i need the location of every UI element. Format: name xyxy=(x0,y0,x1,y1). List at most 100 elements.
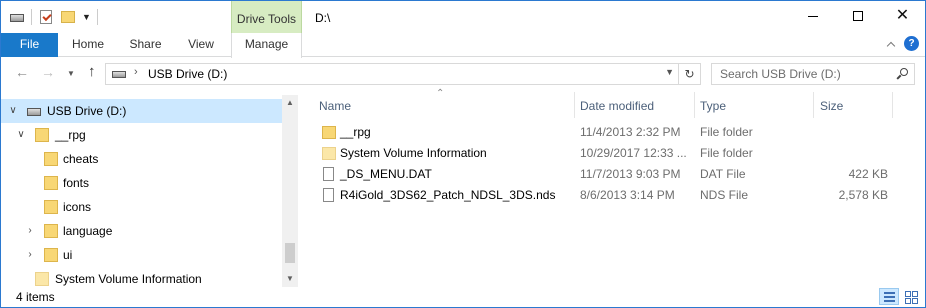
scrollbar-thumb[interactable] xyxy=(285,243,295,263)
file-date: 8/6/2013 3:14 PM xyxy=(580,188,675,202)
tree-item-label: __rpg xyxy=(55,128,86,142)
file-row[interactable]: System Volume Information 10/29/2017 12:… xyxy=(318,143,908,164)
column-header-size[interactable]: Size xyxy=(820,97,843,115)
window-title: D:\ xyxy=(315,11,331,25)
folder-icon xyxy=(35,272,49,286)
view-switcher xyxy=(879,288,921,305)
expand-chevron-icon[interactable]: › xyxy=(23,243,37,267)
maximize-button[interactable] xyxy=(835,1,880,31)
file-name: R4iGold_3DS62_Patch_NDSL_3DS.nds xyxy=(340,188,556,202)
folder-icon xyxy=(44,176,58,190)
tab-view[interactable]: View xyxy=(173,33,229,57)
back-arrow-icon[interactable]: ← xyxy=(15,64,29,80)
customize-toolbar-dropdown-icon[interactable]: ▼ xyxy=(82,12,91,22)
quick-access-toolbar: ▼ xyxy=(9,7,98,27)
folder-icon xyxy=(44,248,58,262)
help-icon[interactable]: ? xyxy=(904,36,919,51)
tree-item-cheats[interactable]: cheats xyxy=(1,147,282,171)
sort-ascending-icon: ⌃ xyxy=(436,88,445,99)
file-size: 2,578 KB xyxy=(838,188,888,202)
new-folder-icon[interactable] xyxy=(60,9,76,25)
close-icon: ✕ xyxy=(895,7,910,24)
refresh-button[interactable]: ↻ xyxy=(679,63,701,85)
column-header-date-modified[interactable]: Date modified xyxy=(580,97,654,115)
tree-item-label: icons xyxy=(63,200,92,214)
tree-item-rpg[interactable]: ∨ __rpg xyxy=(1,123,282,147)
collapse-chevron-icon[interactable]: ∨ xyxy=(6,99,20,123)
address-bar[interactable]: › USB Drive (D:) ▼ xyxy=(105,63,679,85)
minimize-icon xyxy=(807,15,818,17)
expand-chevron-icon[interactable]: › xyxy=(23,219,37,243)
search-placeholder: Search USB Drive (D:) xyxy=(720,67,841,81)
drive-icon xyxy=(9,9,25,25)
folder-icon xyxy=(322,126,336,139)
toolbar-divider xyxy=(31,9,32,25)
expand-ribbon-chevron-icon[interactable] xyxy=(886,39,896,49)
file-date: 11/7/2013 9:03 PM xyxy=(580,167,681,181)
tree-item-label: ui xyxy=(63,248,73,262)
address-dropdown-icon[interactable]: ▼ xyxy=(665,67,674,77)
maximize-icon xyxy=(852,11,863,21)
collapse-chevron-icon[interactable]: ∨ xyxy=(14,123,28,147)
navigation-pane: ∨ USB Drive (D:) ∨ __rpg cheats fonts ic… xyxy=(1,95,298,287)
tree-item-ui[interactable]: › ui xyxy=(1,243,282,267)
file-row[interactable]: R4iGold_3DS62_Patch_NDSL_3DS.nds 8/6/201… xyxy=(318,185,908,206)
file-type: File folder xyxy=(700,125,753,139)
column-divider[interactable] xyxy=(892,92,893,118)
column-header-name[interactable]: Name xyxy=(319,97,351,115)
forward-arrow-icon[interactable]: → xyxy=(41,64,55,80)
file-name: System Volume Information xyxy=(340,146,487,160)
search-icon xyxy=(896,68,908,79)
properties-icon[interactable] xyxy=(38,9,54,25)
recent-locations-chevron-icon[interactable]: ▼ xyxy=(67,69,75,78)
minimize-button[interactable] xyxy=(790,1,835,31)
folder-icon xyxy=(44,224,58,238)
explorer-window: ▼ Drive Tools D:\ ✕ File Home Share View… xyxy=(0,0,926,308)
file-type: File folder xyxy=(700,146,753,160)
drive-icon xyxy=(27,108,41,116)
close-button[interactable]: ✕ xyxy=(880,1,925,31)
tab-share[interactable]: Share xyxy=(118,33,173,57)
large-icons-view-button[interactable] xyxy=(901,288,921,305)
column-divider[interactable] xyxy=(813,92,814,118)
scroll-down-arrow-icon[interactable]: ▼ xyxy=(282,271,298,287)
up-arrow-icon[interactable]: ↑ xyxy=(88,63,96,80)
item-count: 4 items xyxy=(16,290,55,304)
ribbon-controls: ? xyxy=(886,36,919,51)
navigation-pane-scrollbar[interactable]: ▲ ▼ xyxy=(282,95,298,287)
file-name: _DS_MENU.DAT xyxy=(340,167,432,181)
file-size: 422 KB xyxy=(848,167,888,181)
breadcrumb-drive[interactable]: USB Drive (D:) xyxy=(148,67,227,81)
tab-home[interactable]: Home xyxy=(58,33,118,57)
file-row[interactable]: __rpg 11/4/2013 2:32 PM File folder xyxy=(318,122,908,143)
window-controls: ✕ xyxy=(790,1,925,31)
file-icon xyxy=(323,188,334,202)
file-row[interactable]: _DS_MENU.DAT 11/7/2013 9:03 PM DAT File … xyxy=(318,164,908,185)
toolbar-divider xyxy=(96,9,98,25)
tab-file[interactable]: File xyxy=(1,33,58,57)
scroll-up-arrow-icon[interactable]: ▲ xyxy=(282,95,298,111)
tree-item-system-volume-information[interactable]: System Volume Information xyxy=(1,267,282,287)
tree-item-icons[interactable]: icons xyxy=(1,195,282,219)
file-list: ⌃ Name Date modified Type Size __rpg 11/… xyxy=(301,88,925,288)
tree-item-label: language xyxy=(63,224,113,238)
title-bar: ▼ Drive Tools D:\ ✕ xyxy=(1,1,925,56)
tree-item-fonts[interactable]: fonts xyxy=(1,171,282,195)
tree-item-label: fonts xyxy=(63,176,90,190)
tree-item-usb-drive[interactable]: ∨ USB Drive (D:) xyxy=(1,99,282,123)
column-divider[interactable] xyxy=(574,92,575,118)
column-divider[interactable] xyxy=(694,92,695,118)
ribbon-tabs: File Home Share View Manage ? xyxy=(1,33,925,58)
tree-item-label: USB Drive (D:) xyxy=(47,104,127,118)
column-header-type[interactable]: Type xyxy=(700,97,726,115)
tab-manage[interactable]: Manage xyxy=(231,33,302,58)
file-date: 11/4/2013 2:32 PM xyxy=(580,125,681,139)
breadcrumb-chevron-icon[interactable]: › xyxy=(134,66,138,78)
details-view-button[interactable] xyxy=(879,288,899,305)
search-input[interactable]: Search USB Drive (D:) xyxy=(711,63,915,85)
navigation-bar: ← → ▼ ↑ › USB Drive (D:) ▼ ↻ Search USB … xyxy=(1,58,925,88)
drive-tools-label: Drive Tools xyxy=(236,12,297,26)
tree-item-label: cheats xyxy=(63,152,99,166)
tree-item-language[interactable]: › language xyxy=(1,219,282,243)
refresh-icon: ↻ xyxy=(684,67,695,81)
